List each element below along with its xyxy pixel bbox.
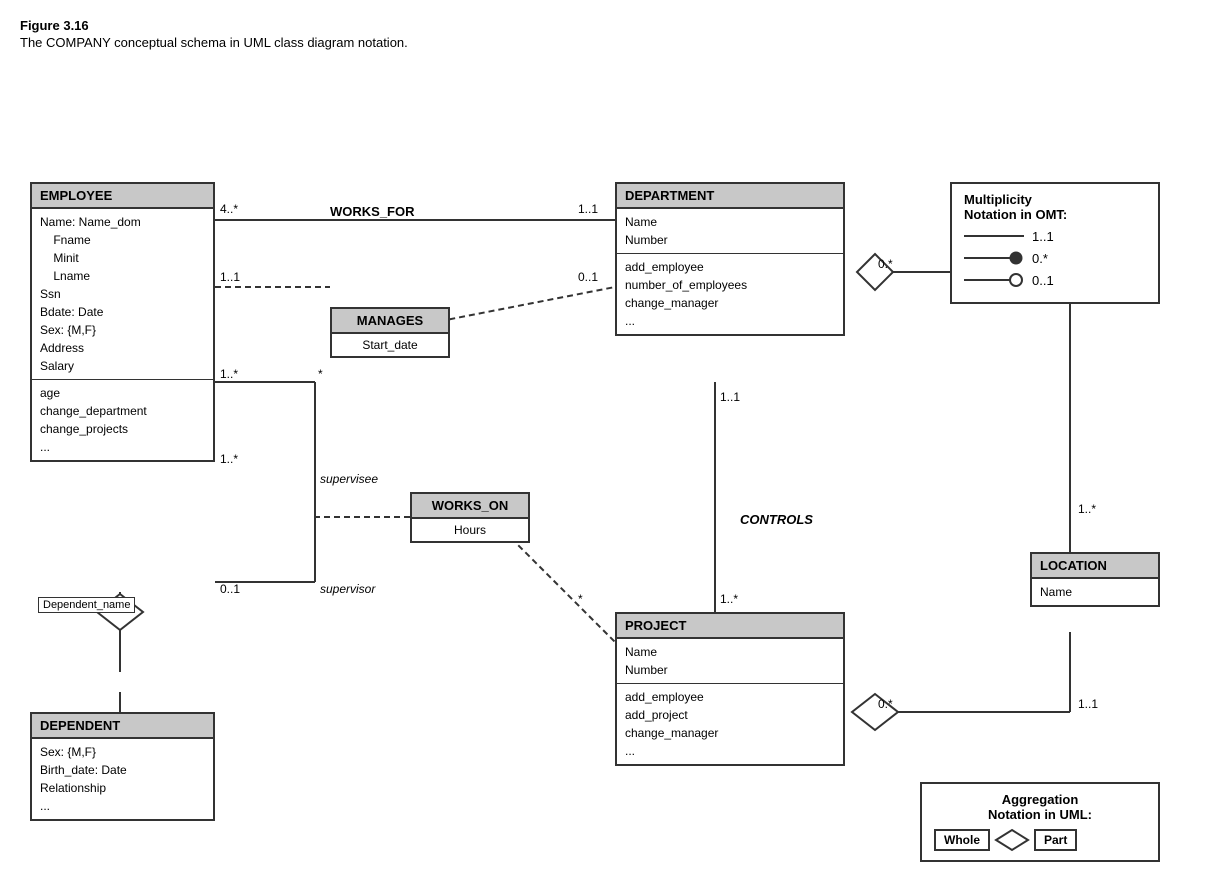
- dependent-class: DEPENDENT Sex: {M,F} Birth_date: Date Re…: [30, 712, 215, 821]
- manages-header: MANAGES: [332, 309, 448, 334]
- mult-controls-bottom: 1..*: [720, 592, 738, 606]
- diagram-area: EMPLOYEE Name: Name_dom Fname Minit Lnam…: [20, 72, 1180, 852]
- mult-supervise-top: 1..*: [220, 367, 238, 381]
- department-class: DEPARTMENT Name Number add_employee numb…: [615, 182, 845, 336]
- figure-title: Figure 3.16: [20, 18, 1186, 33]
- employee-methods: age change_department change_projects ..…: [32, 380, 213, 460]
- location-attributes: Name: [1032, 579, 1158, 605]
- manages-attr: Start_date: [332, 334, 448, 356]
- aggregation-notation-box: Aggregation Notation in UML: Whole Part: [920, 782, 1160, 862]
- notation-line-1: [964, 228, 1024, 244]
- aggregation-row: Whole Part: [934, 828, 1146, 852]
- department-header: DEPARTMENT: [617, 184, 843, 209]
- part-label: Part: [1034, 829, 1077, 851]
- notation-label-2: 0.*: [1032, 251, 1048, 266]
- location-header: LOCATION: [1032, 554, 1158, 579]
- supervisor-label: supervisor: [320, 582, 375, 596]
- manages-box: MANAGES Start_date: [330, 307, 450, 358]
- works-on-header: WORKS_ON: [412, 494, 528, 519]
- notation-label-3: 0..1: [1032, 273, 1054, 288]
- whole-label: Whole: [934, 829, 990, 851]
- mult-works-for-right: 1..1: [578, 202, 598, 216]
- employee-header: EMPLOYEE: [32, 184, 213, 209]
- mult-supervise-star: *: [318, 367, 323, 381]
- notation-row-2: 0.*: [964, 250, 1146, 266]
- mult-manages-right: 0..1: [578, 270, 598, 284]
- notation-label-1: 1..1: [1032, 229, 1054, 244]
- dependent-header: DEPENDENT: [32, 714, 213, 739]
- mult-loc-dept: 1..*: [1078, 502, 1096, 516]
- notation-row-3: 0..1: [964, 272, 1146, 288]
- mult-dept-loc: 0.*: [878, 257, 893, 271]
- mult-controls-top: 1..1: [720, 390, 740, 404]
- notation-row-1: 1..1: [964, 228, 1146, 244]
- dependent-attributes: Sex: {M,F} Birth_date: Date Relationship…: [32, 739, 213, 819]
- employee-attributes: Name: Name_dom Fname Minit Lname Ssn Bda…: [32, 209, 213, 380]
- project-attributes: Name Number: [617, 639, 843, 684]
- notation-title: Multiplicity Notation in OMT:: [964, 192, 1146, 222]
- figure-caption: The COMPANY conceptual schema in UML cla…: [20, 35, 1186, 50]
- mult-loc-proj: 0.*: [878, 697, 893, 711]
- supervisee-label: supervisee: [320, 472, 378, 486]
- mult-supervise-bottom: 0..1: [220, 582, 240, 596]
- dependent-name-label: Dependent_name: [38, 597, 135, 613]
- project-methods: add_employee add_project change_manager …: [617, 684, 843, 764]
- department-methods: add_employee number_of_employees change_…: [617, 254, 843, 334]
- works-on-box: WORKS_ON Hours: [410, 492, 530, 543]
- aggregation-title: Aggregation Notation in UML:: [934, 792, 1146, 822]
- employee-class: EMPLOYEE Name: Name_dom Fname Minit Lnam…: [30, 182, 215, 462]
- location-class: LOCATION Name: [1030, 552, 1160, 607]
- aggregation-diamond-icon: [994, 828, 1030, 852]
- mult-workson-right: *: [578, 592, 583, 606]
- mult-loc-bottom: 1..1: [1078, 697, 1098, 711]
- mult-manages-left: 1..1: [220, 270, 240, 284]
- notation-line-2: [964, 250, 1024, 266]
- notation-line-3: [964, 272, 1024, 288]
- project-header: PROJECT: [617, 614, 843, 639]
- project-class: PROJECT Name Number add_employee add_pro…: [615, 612, 845, 766]
- works-for-label: WORKS_FOR: [330, 204, 415, 219]
- mult-works-for-left: 4..*: [220, 202, 238, 216]
- multiplicity-notation-box: Multiplicity Notation in OMT: 1..1 0.* 0…: [950, 182, 1160, 304]
- mult-workson-left: 1..*: [220, 452, 238, 466]
- works-on-attr: Hours: [412, 519, 528, 541]
- controls-label: CONTROLS: [740, 512, 813, 527]
- department-attributes: Name Number: [617, 209, 843, 254]
